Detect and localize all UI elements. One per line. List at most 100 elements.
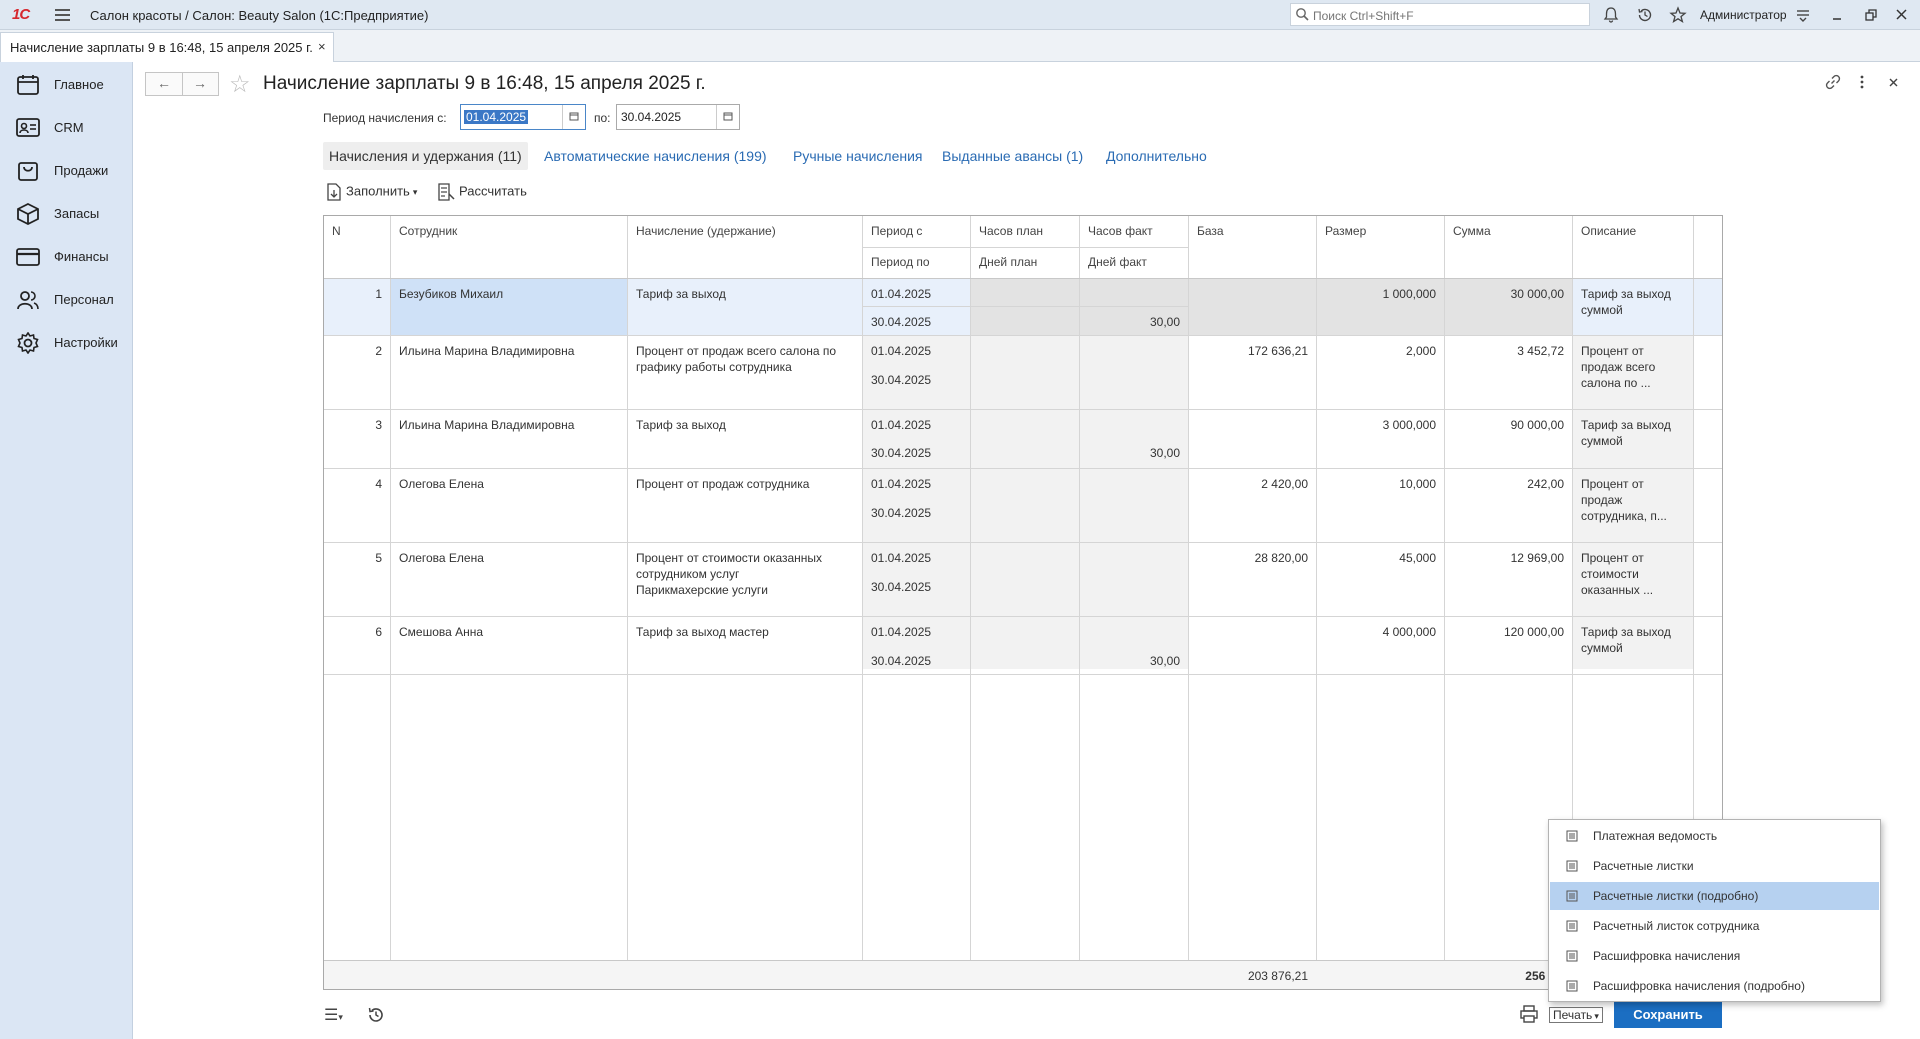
col-header-description[interactable]: Описание: [1573, 224, 1636, 238]
save-button[interactable]: Сохранить: [1614, 1002, 1722, 1028]
print-menu-item[interactable]: Расшифровка начисления (подробно): [1550, 972, 1879, 1000]
col-header-employee[interactable]: Сотрудник: [391, 224, 457, 238]
dropdown-arrow-icon: ▾: [1594, 1011, 1599, 1021]
col-header-days-fact[interactable]: Дней факт: [1080, 255, 1147, 269]
cell-sum: 120 000,00: [1503, 625, 1564, 639]
tab-auto-accruals[interactable]: Автоматические начисления (199): [544, 148, 767, 164]
cell-employee: Смешова Анна: [399, 625, 484, 639]
col-header-hours-fact[interactable]: Часов факт: [1080, 224, 1153, 238]
col-header-hours-plan[interactable]: Часов план: [971, 224, 1043, 238]
close-tab-icon[interactable]: ×: [318, 39, 326, 54]
cell-description: Процент от продаж всего салона по ...: [1581, 344, 1656, 390]
document-tab[interactable]: Начисление зарплаты 9 в 16:48, 15 апреля…: [0, 32, 334, 62]
print-menu-button[interactable]: Печать ▾: [1549, 1007, 1603, 1023]
history-icon[interactable]: [366, 1005, 386, 1025]
period-to-field[interactable]: 30.04.2025: [616, 104, 740, 130]
sidebar-item-settings[interactable]: Настройки: [0, 324, 133, 360]
close-form-icon[interactable]: [1887, 74, 1901, 90]
sidebar-item-staff[interactable]: Персонал: [0, 281, 133, 317]
current-user[interactable]: Администратор: [1700, 8, 1787, 22]
sidebar-item-crm[interactable]: CRM: [0, 109, 133, 145]
col-header-size[interactable]: Размер: [1317, 224, 1366, 238]
bell-icon[interactable]: [1602, 6, 1620, 24]
row-divider: [324, 542, 1722, 543]
cell-period-from: 01.04.2025: [871, 477, 932, 491]
favorite-star-icon[interactable]: ☆: [229, 70, 251, 99]
cell-base: 28 820,00: [1254, 551, 1308, 565]
readonly-cell: [971, 307, 1079, 335]
cell-period-from: 01.04.2025: [871, 551, 932, 565]
settings-menu-icon[interactable]: [1794, 6, 1812, 24]
tab-advances[interactable]: Выданные авансы (1): [942, 148, 1083, 164]
col-header-n[interactable]: N: [324, 224, 341, 238]
sidebar-item-main[interactable]: Главное: [0, 66, 133, 102]
history-icon[interactable]: [1636, 6, 1654, 24]
document-icon: [1566, 950, 1578, 962]
document-icon: [1566, 920, 1578, 932]
main-menu-icon[interactable]: [55, 9, 70, 21]
forward-button[interactable]: →: [182, 73, 218, 95]
calculate-button[interactable]: Рассчитать: [437, 183, 527, 201]
calendar-picker-icon[interactable]: [716, 105, 739, 129]
col-header-base[interactable]: База: [1189, 224, 1224, 238]
print-menu-item-highlighted[interactable]: Расчетные листки (подробно): [1550, 882, 1879, 910]
favorites-star-icon[interactable]: [1669, 6, 1687, 24]
tab-accruals-deductions[interactable]: Начисления и удержания (11): [323, 142, 528, 170]
readonly-cell: [971, 279, 1079, 306]
print-menu-item[interactable]: Расчетные листки: [1550, 852, 1879, 880]
cell-n: 4: [375, 477, 382, 491]
global-search[interactable]: [1290, 3, 1590, 26]
cell-description: Тариф за выход суммой: [1581, 287, 1671, 317]
column-divider: [390, 216, 391, 989]
cell-period-to: 30.04.2025: [871, 315, 932, 329]
fill-button[interactable]: Заполнить ▾: [326, 183, 417, 201]
row-divider: [324, 468, 1722, 469]
open-tabs-bar: Начисление зарплаты 9 в 16:48, 15 апреля…: [0, 30, 1920, 62]
col-header-days-plan[interactable]: Дней план: [971, 255, 1037, 269]
col-header-period-from[interactable]: Период с: [863, 224, 922, 238]
cell-period-to: 30.04.2025: [871, 446, 932, 460]
sidebar-item-label: Финансы: [54, 249, 109, 264]
document-icon: [1566, 980, 1578, 992]
total-base: 203 876,21: [1247, 969, 1308, 983]
col-header-sum[interactable]: Сумма: [1445, 224, 1491, 238]
sidebar-item-sales[interactable]: Продажи: [0, 152, 133, 188]
period-from-label: Период начисления с:: [323, 111, 447, 125]
column-divider: [627, 216, 628, 989]
cell-period-from: 01.04.2025: [871, 625, 932, 639]
close-window-icon[interactable]: [1893, 6, 1911, 24]
column-divider: [970, 216, 971, 989]
cell-employee: Олегова Елена: [399, 477, 484, 491]
minimize-icon[interactable]: [1829, 6, 1847, 24]
search-input[interactable]: [1311, 6, 1585, 25]
sidebar-item-finance[interactable]: Финансы: [0, 238, 133, 274]
restore-icon[interactable]: [1862, 6, 1880, 24]
cell-sum: 3 452,72: [1517, 344, 1564, 358]
more-actions-icon[interactable]: [1857, 74, 1867, 90]
cell-sum: 30 000,00: [1510, 287, 1564, 301]
column-divider: [862, 216, 863, 989]
period-from-field[interactable]: 01.04.2025: [460, 104, 586, 130]
tab-additional[interactable]: Дополнительно: [1106, 148, 1207, 164]
dropdown-arrow-icon: ▾: [412, 187, 418, 198]
print-menu-item[interactable]: Платежная ведомость: [1550, 822, 1879, 850]
accruals-table[interactable]: N Сотрудник Начисление (удержание) Перио…: [323, 215, 1723, 990]
cell-period-to: 30.04.2025: [871, 373, 932, 387]
back-button[interactable]: ←: [146, 73, 183, 95]
sidebar-item-stock[interactable]: Запасы: [0, 195, 133, 231]
col-header-accrual[interactable]: Начисление (удержание): [628, 224, 776, 238]
tab-manual-accruals[interactable]: Ручные начисления: [793, 148, 923, 164]
people-icon: [17, 291, 39, 310]
calendar-picker-icon[interactable]: [562, 105, 585, 129]
cell-base: 2 420,00: [1261, 477, 1308, 491]
printer-icon[interactable]: [1519, 1004, 1539, 1024]
cell-size: 1 000,000: [1382, 287, 1436, 301]
print-menu-item[interactable]: Расшифровка начисления: [1550, 942, 1879, 970]
cell-accrual: Тариф за выход: [636, 287, 726, 301]
row-divider: [324, 409, 1722, 410]
print-menu-item[interactable]: Расчетный листок сотрудника: [1550, 912, 1879, 940]
link-icon[interactable]: [1825, 74, 1841, 90]
col-header-period-to[interactable]: Период по: [863, 255, 930, 269]
cell-size: 45,000: [1399, 551, 1436, 565]
list-menu-icon[interactable]: ☰▾: [324, 1005, 343, 1025]
